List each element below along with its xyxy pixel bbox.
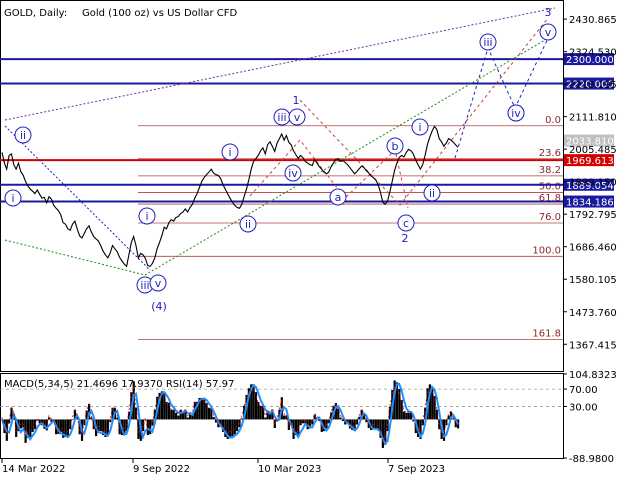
fib-label-2: 38.2	[539, 165, 561, 176]
wave-label-2: iii	[277, 111, 286, 124]
price-tick-label-10: 1367.415	[569, 340, 617, 351]
macd-bar-100	[236, 419, 239, 432]
macd-bar-42	[99, 419, 102, 432]
wave-label-7: iii	[140, 279, 149, 292]
ind-tick-label-1: 70.00	[569, 385, 598, 396]
fib-label-6: 100.0	[532, 245, 561, 256]
macd-bar-162	[381, 419, 384, 448]
wave-label-22: i	[11, 192, 14, 205]
time-axis: 14 Mar 2022 9 Sep 2022 10 Mar 2023 7 Sep 20…	[1, 459, 445, 475]
wave-label-16: iv	[511, 107, 521, 120]
macd-bar-108	[254, 392, 258, 420]
price-tick-label-9: 1473.760	[569, 308, 617, 319]
wave-label-1: ii	[245, 218, 251, 231]
chart-canvas: 0.023.638.250.061.876.0100.0161.8 2300.0…	[0, 0, 617, 475]
wave-label-20: 3	[545, 6, 552, 19]
ind-tick-label-2: 30.00	[569, 402, 598, 413]
wave-label-8: v	[155, 277, 162, 290]
chart-symbol: GOLD, Daily:	[4, 8, 67, 19]
level-label-4: 1834.186	[566, 198, 614, 209]
price-tick-label-2: 2218.195	[569, 80, 617, 91]
macd-bar-72	[170, 409, 173, 420]
macd-bar-172	[405, 412, 408, 420]
macd-bar-8	[19, 419, 23, 429]
wave-label-13: i	[418, 121, 421, 134]
time-tick-label-2: 10 Mar 2023	[258, 464, 321, 475]
indicator-axis: 104.8323 70.00 30.00 -88.9800	[563, 370, 617, 465]
macd-bar-20	[48, 417, 51, 420]
macd-bar-63	[149, 419, 152, 435]
chart-description: Gold (100 oz) vs US Dollar CFD	[82, 8, 237, 19]
time-tick-label-0: 14 Mar 2022	[2, 464, 65, 475]
wave-label-19: 2	[402, 232, 409, 245]
macd-bar-120	[283, 415, 286, 420]
time-tick-label-3: 7 Sep 2023	[388, 464, 445, 475]
macd-bar-99	[233, 419, 236, 435]
indicator-title: MACD(5,34,5) 21.4696 17.9370 RSI(14) 57.…	[4, 379, 234, 390]
main-plot-frame	[0, 0, 564, 372]
macd-bar-159	[374, 419, 377, 429]
price-tick-label-1: 2324.530	[569, 48, 617, 59]
macd-bar-9	[22, 419, 25, 428]
macd-bar-85	[200, 397, 203, 420]
wave-label-4: v	[294, 111, 301, 124]
macd-bar-98	[231, 419, 234, 437]
chart-window: 0.0 23.6 38.2 50.0 61.8 76.0 100.0 161.8 2300.0…	[0, 0, 640, 480]
wave-label-18: 1	[293, 94, 300, 107]
wave-label-3: iv	[288, 167, 298, 180]
macd-bar-170	[400, 399, 403, 420]
wave-label-6: ii	[20, 129, 26, 142]
macd-bar-112	[264, 417, 267, 420]
macd-bar-97	[229, 419, 232, 437]
macd-bar-13	[31, 419, 34, 432]
wave-label-12: c	[403, 217, 409, 230]
price-tick-label-4: 2005.485	[569, 145, 617, 156]
price-tick-label-7: 1686.460	[569, 243, 617, 254]
macd-bar-75	[177, 415, 180, 420]
wave-label-15: iii	[483, 36, 492, 49]
wave-label-14: ii	[429, 187, 435, 200]
price-tick-label-5: 1899.150	[569, 178, 617, 189]
macd-bar-110	[259, 405, 262, 420]
macd-bar-70	[165, 401, 168, 420]
price-tick-label-8: 1580.105	[569, 275, 617, 286]
macd-bar-62	[146, 419, 149, 436]
level-label-2: 1969.613	[566, 156, 614, 167]
wave-label-11: b	[392, 140, 399, 153]
wave-label-21: (4)	[151, 300, 167, 313]
macd-bar-79	[186, 417, 189, 420]
macd-bar-171	[402, 411, 406, 420]
macd-bar-88	[207, 407, 211, 420]
price-tick-label-3: 2111.810	[569, 113, 617, 124]
macd-bar-25	[59, 419, 62, 432]
wave-label-0: i	[228, 146, 231, 159]
macd-bar-12	[29, 419, 32, 437]
fib-label-7: 161.8	[532, 329, 561, 340]
fib-label-5: 76.0	[539, 212, 561, 223]
macd-bar-144	[339, 417, 342, 420]
ind-tick-label-3: -88.9800	[569, 454, 614, 465]
ind-tick-label-0: 104.8323	[569, 370, 617, 381]
time-tick-label-1: 9 Sep 2022	[133, 464, 190, 475]
price-tick-label-6: 1792.795	[569, 210, 617, 221]
wave-label-10: a	[335, 191, 342, 204]
fib-label-0: 0.0	[545, 115, 561, 126]
macd-bar-73	[172, 409, 175, 420]
macd-bar-143	[337, 408, 340, 420]
macd-bar-60	[142, 419, 145, 432]
fib-label-1: 23.6	[539, 148, 561, 159]
price-tick-label-0: 2430.865	[569, 15, 617, 26]
macd-bar-57	[134, 407, 138, 420]
macd-bar-74	[174, 412, 178, 420]
wave-label-17: v	[545, 26, 552, 39]
macd-bar-138	[325, 419, 328, 429]
wave-label-5: i	[145, 210, 148, 223]
fib-label-3: 50.0	[539, 181, 561, 192]
